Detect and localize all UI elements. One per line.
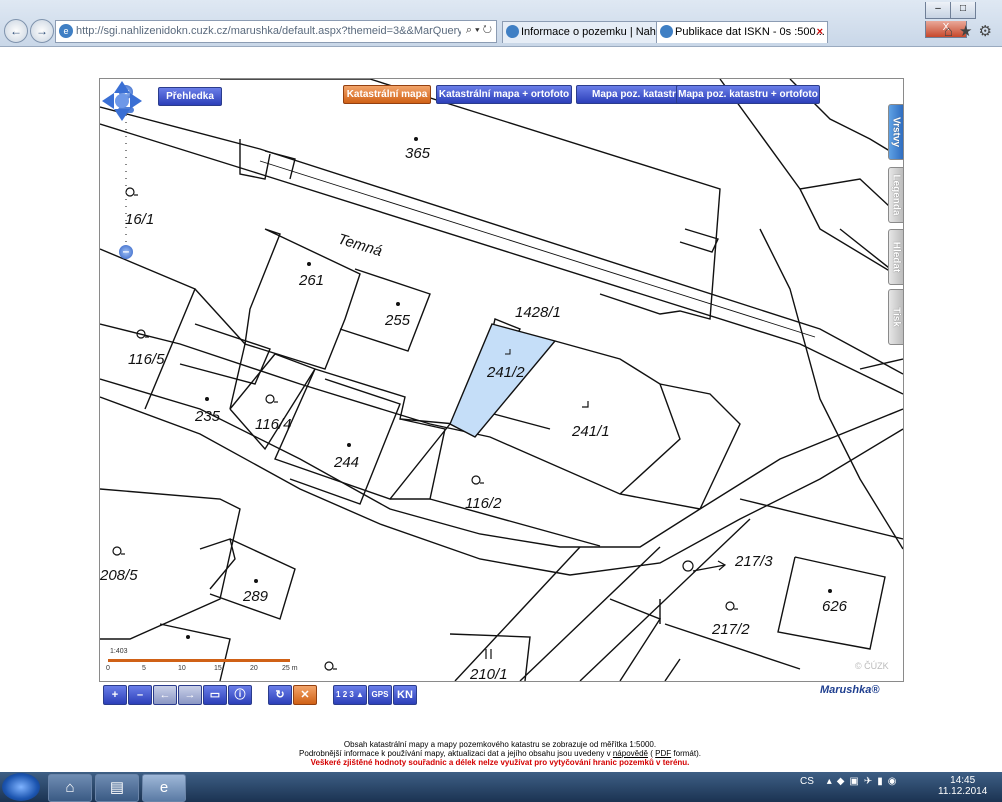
notice-text: Podrobnější informace k používání mapy, …	[299, 749, 611, 758]
label-16-1: 16/1	[125, 211, 154, 228]
address-url[interactable]: http://sgi.nahlizenidokn.cuzk.cz/marushk…	[76, 25, 461, 37]
label-241-1: 241/1	[571, 423, 610, 440]
label-208-5: 208/5	[100, 567, 138, 584]
scale-tick: 10	[178, 665, 186, 672]
clear-button[interactable]: ✕	[293, 685, 317, 705]
info-button[interactable]: ⓘ	[228, 685, 252, 705]
minimize-button[interactable]: –	[925, 2, 951, 19]
map-notice: Obsah katastrální mapy a mapy pozemkovéh…	[200, 740, 800, 767]
zoom-rectangle-button[interactable]: ▭	[203, 685, 227, 705]
scale-ratio: 1:403	[110, 648, 128, 655]
refresh-button[interactable]: ↻	[268, 685, 292, 705]
scale-tick: 20	[250, 665, 258, 672]
history-back-button[interactable]: ←	[153, 685, 177, 705]
label-217-3: 217/3	[734, 553, 773, 570]
address-tools[interactable]: ⌕ ▾ ↻	[466, 24, 492, 37]
system-tray[interactable]: CS ▴◆▣✈▮◉	[800, 776, 901, 787]
kn-button[interactable]: KN	[393, 685, 417, 705]
scale-tick: 15	[214, 665, 222, 672]
label-116-5: 116/5	[128, 351, 165, 368]
history-forward-button[interactable]: →	[178, 685, 202, 705]
label-244: 244	[333, 454, 359, 471]
label-116-4: 116/4	[255, 416, 291, 433]
forward-button[interactable]: →	[30, 19, 54, 43]
tray-icons[interactable]: ▴◆▣✈▮◉	[827, 776, 902, 787]
tab-hledat[interactable]: Hledat	[888, 229, 903, 285]
tab-legenda[interactable]: Legenda	[888, 167, 903, 223]
language-indicator[interactable]: CS	[800, 776, 814, 787]
tab-legenda-label: Legenda	[890, 174, 902, 216]
clock[interactable]: 14:45 11.12.2014	[938, 775, 987, 797]
ie-page-icon	[660, 25, 673, 38]
internet-explorer-icon[interactable]: e	[142, 774, 186, 802]
address-bar[interactable]: e http://sgi.nahlizenidokn.cuzk.cz/marus…	[55, 20, 497, 43]
scale-tick: 25 m	[282, 665, 298, 672]
cadastral-map[interactable]: 365 16/1 Temná 261 255 1428/1 116/5 241/…	[99, 78, 904, 682]
measure-button[interactable]: 1 2 3 ▲	[333, 685, 367, 705]
mapa-poz-katastru-ortofoto-button[interactable]: Mapa poz. katastru + ortofoto	[676, 85, 820, 104]
napoveda-link[interactable]: nápovědě	[613, 749, 648, 758]
tab-informace[interactable]: Informace o pozemku | Nahlíž...	[502, 21, 672, 43]
notice-text: formát).	[673, 749, 701, 758]
prehledka-button[interactable]: Přehledka	[158, 87, 222, 106]
maximize-button[interactable]: □	[950, 2, 976, 19]
explorer-app-icon[interactable]: ▤	[95, 774, 139, 802]
copyright-watermark: © ČÚZK	[855, 661, 889, 671]
tab-hledat-label: Hledat	[890, 241, 902, 273]
gps-button[interactable]: GPS	[368, 685, 392, 705]
scale-bar	[108, 659, 290, 662]
brand-logo: Marushka®	[820, 684, 880, 696]
label-626: 626	[822, 598, 848, 615]
notice-warning: Veškeré zjištěné hodnoty souřadnic a dél…	[310, 758, 690, 767]
label-1428-1: 1428/1	[515, 304, 561, 321]
tab-publikace[interactable]: Publikace dat ISKN - 0s :500... ×	[656, 21, 828, 43]
katastralni-mapa-button[interactable]: Katastrální mapa	[343, 85, 431, 104]
tab-label: Publikace dat ISKN - 0s :500...	[675, 26, 825, 38]
label-235: 235	[194, 408, 221, 425]
ie-page-icon	[506, 25, 519, 38]
tab-tisk-label: Tisk	[890, 307, 902, 327]
tab-tisk[interactable]: Tisk	[888, 289, 903, 345]
street-label-temna: Temná	[336, 231, 384, 261]
back-button[interactable]: ←	[4, 19, 28, 43]
map-canvas[interactable]: 365 16/1 Temná 261 255 1428/1 116/5 241/…	[100, 79, 903, 681]
zoom-out-button[interactable]: –	[128, 685, 152, 705]
label-261: 261	[298, 272, 324, 289]
scale-tick: 5	[142, 665, 146, 672]
label-289: 289	[242, 588, 269, 605]
notice-line1: Obsah katastrální mapy a mapy pozemkovéh…	[343, 740, 657, 749]
clock-date: 11.12.2014	[938, 786, 988, 797]
favorites-icons[interactable]: ⌂★⚙	[944, 22, 998, 40]
notice-text: (	[650, 749, 653, 758]
zoom-out-icon[interactable]: –	[119, 245, 133, 259]
tab-vrstvy[interactable]: Vrstvy	[888, 104, 903, 160]
label-116-2: 116/2	[465, 495, 502, 512]
label-365: 365	[405, 145, 431, 162]
pan-control-icon[interactable]	[100, 79, 144, 123]
katastralni-mapa-ortofoto-button[interactable]: Katastrální mapa + ortofoto	[436, 85, 572, 104]
tab-label: Informace o pozemku | Nahlíž...	[521, 26, 672, 38]
zoom-in-button[interactable]: +	[103, 685, 127, 705]
tab-vrstvy-label: Vrstvy	[890, 116, 902, 148]
clock-time: 14:45	[950, 775, 976, 786]
scale-tick: 0	[106, 665, 110, 672]
label-241-2: 241/2	[486, 364, 525, 381]
home-app-icon[interactable]: ⌂	[48, 774, 92, 802]
label-210-1: 210/1	[469, 666, 508, 681]
pdf-link[interactable]: PDF	[655, 749, 671, 758]
site-icon: e	[59, 24, 73, 38]
label-255: 255	[384, 312, 411, 329]
notice-line2: Podrobnější informace k používání mapy, …	[200, 749, 800, 758]
close-tab-icon[interactable]: ×	[817, 22, 823, 42]
start-button[interactable]	[2, 773, 40, 801]
label-217-2: 217/2	[711, 621, 750, 638]
